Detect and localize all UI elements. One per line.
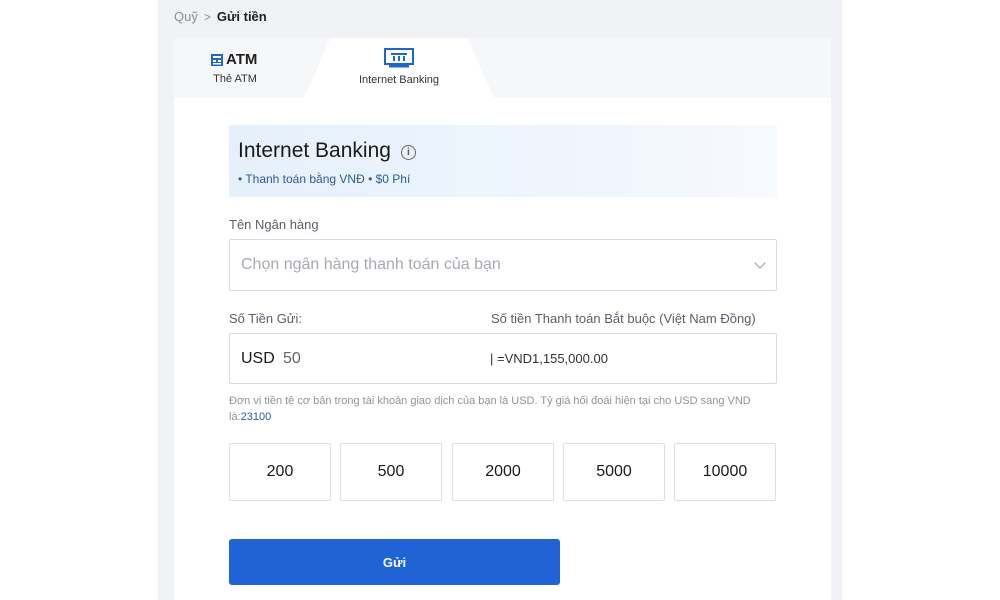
method-title-text: Internet Banking [238,139,391,162]
exchange-rate-note-text: Đơn vị tiền tệ cơ bản trong tài khoản gi… [229,395,751,423]
tab-atm[interactable]: ATM Thẻ ATM [174,38,296,98]
quick-amount-button[interactable]: 5000 [563,443,665,501]
breadcrumb-current: Gửi tiền [216,9,267,24]
quick-amount-button[interactable]: 500 [340,443,442,501]
quick-amount-button[interactable]: 10000 [674,443,776,501]
quick-amount-button[interactable]: 2000 [452,443,554,501]
tab-internet-banking[interactable]: Internet Banking [304,38,494,98]
breadcrumb-separator: > [203,9,211,24]
required-vnd-label: Số tiền Thanh toán Bắt buộc (Việt Nam Đồ… [491,311,756,326]
bank-building-icon [384,48,414,68]
deposit-amount-input[interactable] [283,347,433,371]
breadcrumb-parent-link[interactable]: Quỹ [174,9,198,24]
tab-internet-banking-label: Internet Banking [358,74,440,86]
amount-field: USD | =VND1,155,000.00 [229,333,777,384]
chevron-down-icon [754,257,766,269]
tab-atm-title: ATM [210,51,257,68]
info-icon[interactable]: i [400,144,416,160]
currency-code: USD [241,350,275,367]
atm-card-icon [211,53,223,66]
exchange-rate-note: Đơn vị tiền tệ cơ bản trong tài khoản gi… [229,393,769,425]
method-subtitle: • Thanh toán bằng VNĐ • $0 Phí [238,172,411,186]
bank-select[interactable]: Chọn ngân hàng thanh toán của bạn [229,239,777,291]
exchange-rate-value: 23100 [240,411,272,423]
tab-atm-subtitle: Thẻ ATM [213,73,257,85]
bank-select-placeholder: Chọn ngân hàng thanh toán của bạn [241,256,501,273]
page: Quỹ > Gửi tiền ATM Thẻ ATM Internet Bank… [0,0,1000,600]
quick-amount-button[interactable]: 200 [229,443,331,501]
bank-name-label: Tên Ngân hàng [229,217,319,232]
submit-deposit-button[interactable]: Gửi [229,539,560,585]
vnd-converted-amount: | =VND1,155,000.00 [490,351,608,366]
breadcrumb: Quỹ > Gửi tiền [174,9,267,24]
tab-atm-label: ATM [226,51,258,68]
method-title: Internet Banking i [238,139,416,163]
payment-method-tabs: ATM Thẻ ATM Internet Banking [174,38,831,98]
deposit-amount-label: Số Tiền Gửi: [229,311,303,326]
